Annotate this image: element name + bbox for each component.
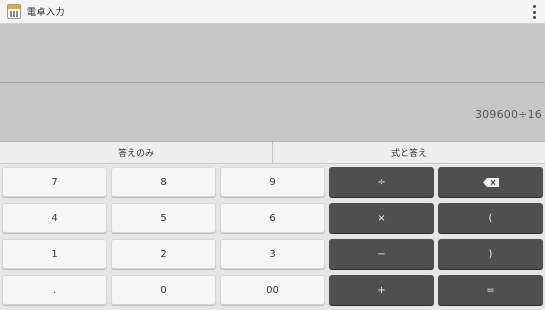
calculator-app-icon: [7, 4, 21, 19]
key-2[interactable]: 2: [111, 239, 216, 269]
divide-button[interactable]: ÷: [329, 167, 434, 197]
key-6[interactable]: 6: [220, 203, 325, 233]
key-9[interactable]: 9: [220, 167, 325, 197]
answer-only-button[interactable]: 答えのみ: [0, 142, 273, 163]
mode-bar: 答えのみ 式と答え: [0, 142, 545, 164]
calculator-display: 309600÷16: [0, 24, 545, 142]
key-7[interactable]: 7: [2, 167, 107, 197]
backspace-icon: [482, 177, 499, 187]
key-3[interactable]: 3: [220, 239, 325, 269]
app-title: 電卓入力: [27, 8, 66, 18]
open-paren-button[interactable]: (: [438, 203, 543, 233]
overflow-menu-icon[interactable]: [531, 5, 537, 19]
decimal-point-button[interactable]: .: [2, 275, 107, 305]
multiply-button[interactable]: ×: [329, 203, 434, 233]
title-bar: 電卓入力: [0, 0, 545, 24]
backspace-button[interactable]: [438, 167, 543, 197]
display-divider: [0, 82, 545, 83]
key-8[interactable]: 8: [111, 167, 216, 197]
key-4[interactable]: 4: [2, 203, 107, 233]
key-5[interactable]: 5: [111, 203, 216, 233]
plus-button[interactable]: +: [329, 275, 434, 305]
key-1[interactable]: 1: [2, 239, 107, 269]
close-paren-button[interactable]: ): [438, 239, 543, 269]
key-0[interactable]: 0: [111, 275, 216, 305]
expression-text: 309600÷16: [474, 108, 542, 121]
minus-button[interactable]: −: [329, 239, 434, 269]
expression-and-answer-button[interactable]: 式と答え: [273, 142, 545, 163]
keypad: 7 8 9 ÷ 4 5 6 × ( 1 2 3 − ) . 0 00 + =: [0, 164, 545, 310]
key-00[interactable]: 00: [220, 275, 325, 305]
equals-button[interactable]: =: [438, 275, 543, 305]
